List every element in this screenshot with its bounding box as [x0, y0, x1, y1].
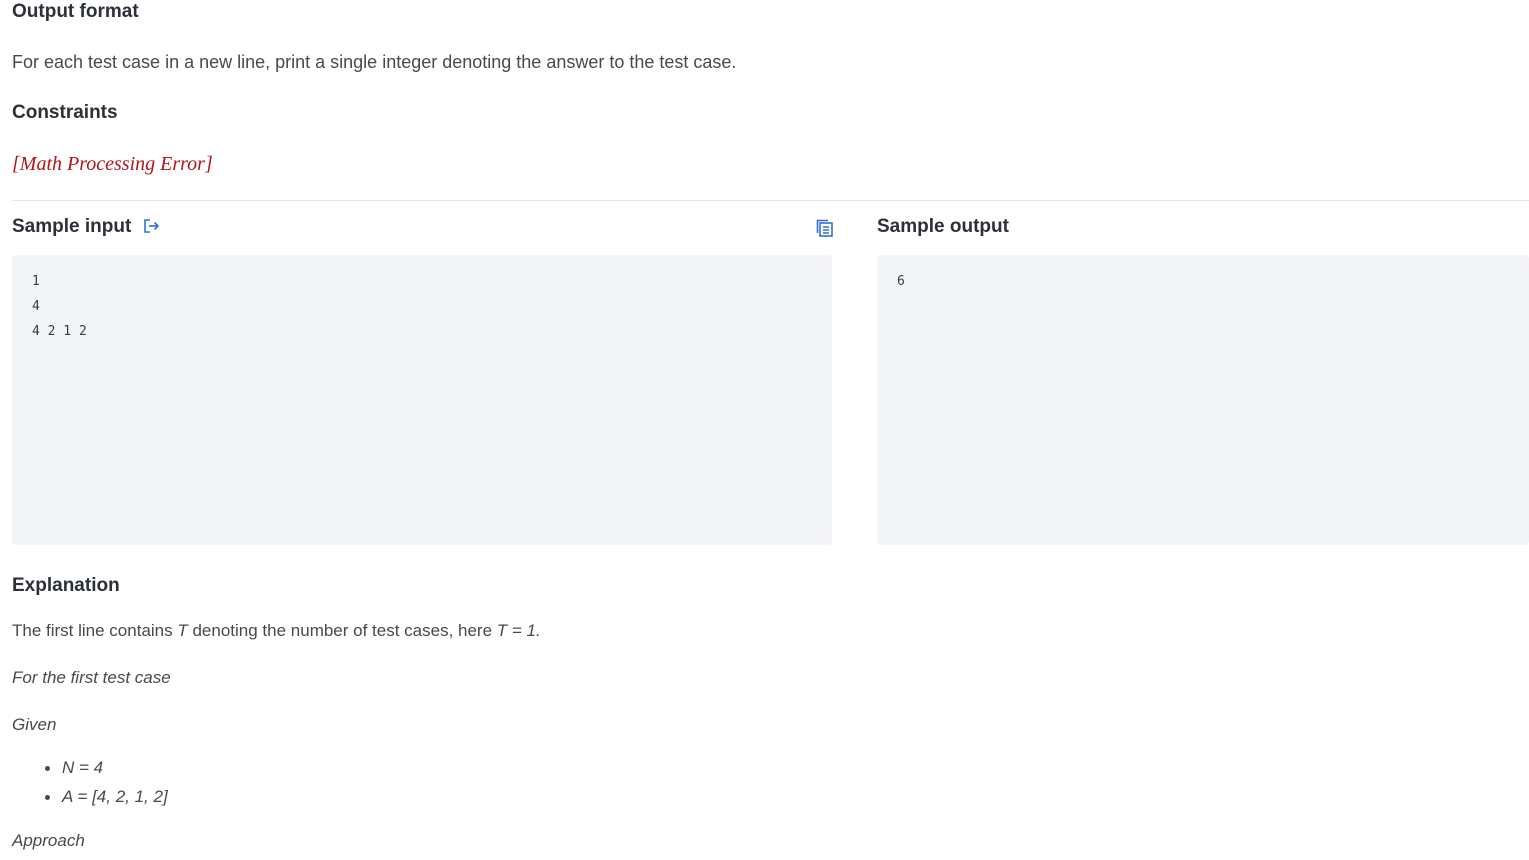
- first-test-case-label: For the first test case: [12, 668, 171, 687]
- list-item: N = 4: [12, 753, 168, 782]
- sample-input-panel[interactable]: 1 4 4 2 1 2: [12, 255, 832, 545]
- output-format-text: For each test case in a new line, print …: [12, 52, 737, 72]
- sample-output-panel[interactable]: 6: [877, 255, 1529, 545]
- section-divider: [12, 200, 1529, 201]
- sample-input-content: 1 4 4 2 1 2: [32, 274, 87, 339]
- list-item: A = [4, 2, 1, 2]: [12, 782, 168, 811]
- sample-output-heading: Sample output: [877, 216, 1009, 237]
- output-format-heading: Output format: [12, 1, 139, 22]
- explanation-line1-prefix: The first line contains: [12, 621, 178, 640]
- explanation-line1: The first line contains T denoting the n…: [12, 619, 541, 643]
- var-t: T: [177, 621, 188, 640]
- approach-label: Approach: [12, 831, 85, 850]
- sample-input-heading: Sample input: [12, 216, 132, 237]
- given-label: Given: [12, 715, 57, 734]
- constraints-heading: Constraints: [12, 102, 118, 123]
- explanation-line1-middle: denoting the number of test cases, here: [187, 621, 497, 640]
- copy-icon[interactable]: [816, 219, 834, 242]
- t-equation: T = 1.: [496, 621, 541, 640]
- given-list: N = 4 A = [4, 2, 1, 2]: [12, 753, 168, 811]
- open-in-editor-icon[interactable]: [143, 218, 161, 239]
- sample-output-content: 6: [897, 274, 905, 289]
- math-processing-error: [Math Processing Error]: [12, 153, 213, 175]
- explanation-heading: Explanation: [12, 575, 120, 596]
- sample-input-header: Sample input: [12, 215, 161, 239]
